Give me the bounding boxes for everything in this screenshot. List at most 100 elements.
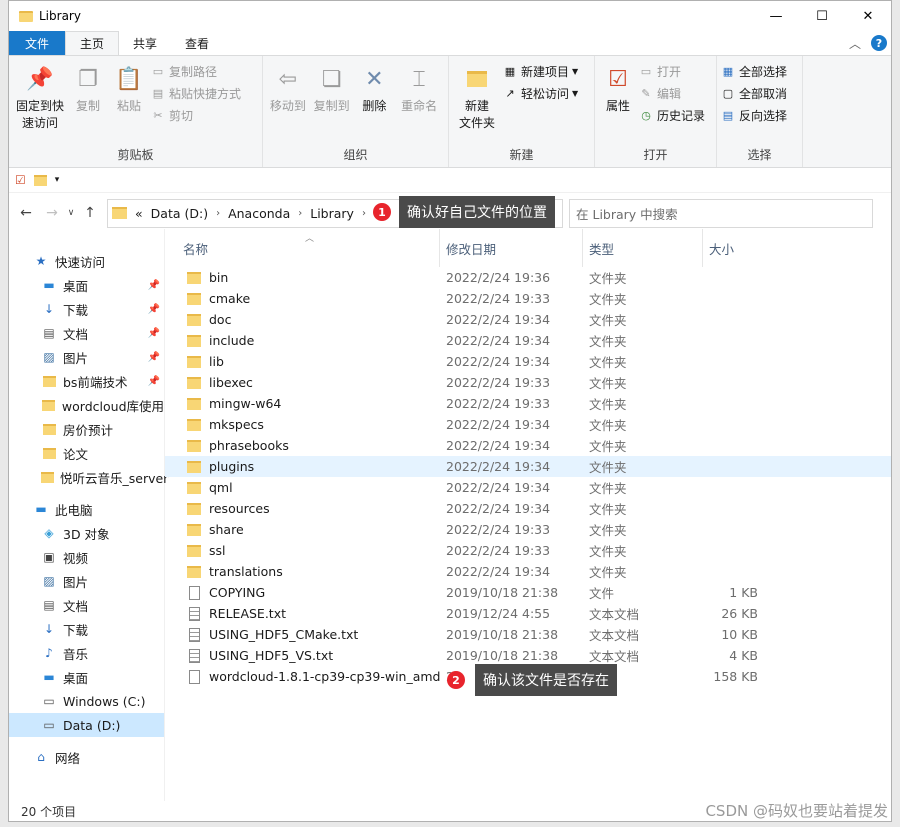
folder-icon	[112, 207, 127, 219]
nav-pc-item[interactable]: ↓ 下载	[9, 617, 164, 641]
file-row[interactable]: cmake 2022/2/24 19:33 文件夹	[165, 288, 891, 309]
open-button[interactable]: ▭ 打开	[639, 62, 705, 80]
file-row[interactable]: qml 2022/2/24 19:34 文件夹	[165, 477, 891, 498]
file-row[interactable]: plugins 2022/2/24 19:34 文件夹	[165, 456, 891, 477]
easy-access-button[interactable]: ↗ 轻松访问 ▼	[503, 84, 578, 102]
nav-pc-item[interactable]: ▤ 文档	[9, 593, 164, 617]
pin-icon[interactable]: 📌	[148, 280, 160, 291]
edit-button[interactable]: ✎ 编辑	[639, 84, 705, 102]
nav-pc-item[interactable]: ▭ Data (D:)	[9, 713, 164, 737]
file-row[interactable]: resources 2022/2/24 19:34 文件夹	[165, 498, 891, 519]
file-row[interactable]: bin 2022/2/24 19:36 文件夹	[165, 267, 891, 288]
tab-view[interactable]: 查看	[171, 31, 223, 55]
column-type[interactable]: 类型	[583, 229, 703, 267]
select-none-button[interactable]: ▢ 全部取消	[721, 84, 787, 102]
pin-icon[interactable]: 📌	[148, 328, 160, 339]
file-date: 2022/2/24 19:34	[446, 480, 551, 495]
close-button[interactable]: ✕	[845, 1, 891, 31]
file-row[interactable]: translations 2022/2/24 19:34 文件夹	[165, 561, 891, 582]
nav-this-pc[interactable]: ▬ 此电脑	[9, 497, 164, 521]
collapse-ribbon-icon[interactable]: ︿	[849, 35, 861, 52]
nav-quick-access[interactable]: ★ 快速访问	[9, 249, 164, 273]
recent-locations-icon[interactable]: ∨	[65, 208, 77, 218]
column-date[interactable]: 修改日期	[440, 229, 583, 267]
nav-quick-item[interactable]: ▨ 图片 📌	[9, 345, 164, 369]
up-icon[interactable]: ↑	[77, 205, 103, 221]
pin-icon[interactable]: 📌	[148, 304, 160, 315]
star-icon: ★	[35, 254, 47, 268]
folder-icon	[187, 292, 201, 305]
forward-icon[interactable]: →	[39, 205, 65, 221]
address-overflow[interactable]: «	[135, 206, 143, 221]
nav-quick-item[interactable]: bs前端技术 📌	[9, 369, 164, 393]
file-name: mkspecs	[209, 417, 264, 432]
help-icon[interactable]: ?	[871, 35, 887, 51]
history-button[interactable]: ◷ 历史记录	[639, 106, 705, 124]
copy-path-button[interactable]: ▭ 复制路径	[151, 62, 241, 80]
nav-quick-item[interactable]: 论文	[9, 441, 164, 465]
history-icon: ◷	[641, 108, 651, 122]
nav-quick-item[interactable]: 悦听云音乐_server	[9, 465, 168, 489]
nav-network[interactable]: ⌂ 网络	[9, 745, 164, 769]
column-size[interactable]: 大小	[703, 229, 783, 267]
back-icon[interactable]: ←	[13, 205, 39, 221]
nav-pc-item[interactable]: ▨ 图片	[9, 569, 164, 593]
breadcrumb-anaconda[interactable]: Anaconda	[228, 206, 290, 221]
minimize-button[interactable]: —	[753, 1, 799, 31]
nav-quick-item[interactable]: ▬ 桌面 📌	[9, 273, 164, 297]
cut-button[interactable]: ✂ 剪切	[151, 106, 241, 124]
file-row[interactable]: lib 2022/2/24 19:34 文件夹	[165, 351, 891, 372]
file-row[interactable]: mkspecs 2022/2/24 19:34 文件夹	[165, 414, 891, 435]
file-row[interactable]: ssl 2022/2/24 19:33 文件夹	[165, 540, 891, 561]
search-input[interactable]: 在 Library 中搜索	[569, 198, 873, 228]
file-type: 文件夹	[589, 376, 627, 391]
nav-pc-item[interactable]: ♪ 音乐	[9, 641, 164, 665]
breadcrumb-data-d[interactable]: Data (D:)	[151, 206, 208, 221]
nav-quick-item[interactable]: ↓ 下载 📌	[9, 297, 164, 321]
column-name[interactable]: 名称	[165, 229, 440, 267]
folder-icon[interactable]	[33, 174, 47, 186]
properties-label: 属性	[605, 99, 630, 113]
tab-share[interactable]: 共享	[119, 31, 171, 55]
nav-quick-item[interactable]: ▤ 文档 📌	[9, 321, 164, 345]
file-row[interactable]: mingw-w64 2022/2/24 19:33 文件夹	[165, 393, 891, 414]
file-row[interactable]: COPYING 2019/10/18 21:38 文件 1 KB	[165, 582, 891, 603]
invert-selection-button[interactable]: ▤ 反向选择	[721, 106, 787, 124]
nav-pc-item[interactable]: ▬ 桌面	[9, 665, 164, 689]
file-date: 2019/10/18 21:38	[446, 627, 559, 642]
folder-icon	[187, 460, 201, 473]
sort-ascending-icon: ︿	[305, 234, 315, 244]
breadcrumb-library[interactable]: Library	[310, 206, 354, 221]
file-type: 文件夹	[589, 502, 627, 517]
file-size: 158 KB	[713, 669, 758, 684]
pin-icon[interactable]: 📌	[148, 376, 160, 387]
folder-icon	[41, 422, 57, 436]
new-item-button[interactable]: ▦ 新建项目 ▼	[503, 62, 578, 80]
maximize-button[interactable]: ☐	[799, 1, 845, 31]
nav-pc-item[interactable]: ◈ 3D 对象	[9, 521, 164, 545]
file-row[interactable]: phrasebooks 2022/2/24 19:34 文件夹	[165, 435, 891, 456]
select-all-button[interactable]: ▦ 全部选择	[721, 62, 787, 80]
file-row[interactable]: include 2022/2/24 19:34 文件夹	[165, 330, 891, 351]
select-all-label: 全部选择	[739, 64, 788, 79]
pin-icon[interactable]: 📌	[148, 352, 160, 363]
properties-icon[interactable]: ☑	[15, 173, 26, 187]
file-row[interactable]: USING_HDF5_VS.txt 2019/10/18 21:38 文本文档 4 K…	[165, 645, 891, 666]
file-row[interactable]: doc 2022/2/24 19:34 文件夹	[165, 309, 891, 330]
tab-home[interactable]: 主页	[65, 31, 120, 55]
file-row[interactable]: USING_HDF5_CMake.txt 2019/10/18 21:38 文本文档…	[165, 624, 891, 645]
file-row[interactable]: share 2022/2/24 19:33 文件夹	[165, 519, 891, 540]
tab-file[interactable]: 文件	[9, 31, 66, 55]
file-row[interactable]: RELEASE.txt 2019/12/24 4:55 文本文档 26 KB	[165, 603, 891, 624]
file-row[interactable]: libexec 2022/2/24 19:33 文件夹	[165, 372, 891, 393]
file-date: 2019/12/24 4:55	[446, 606, 551, 621]
nav-pc-item[interactable]: ▭ Windows (C:)	[9, 689, 164, 713]
nav-pc-item[interactable]: ▣ 视频	[9, 545, 164, 569]
nav-quick-item[interactable]: wordcloud库使用	[9, 393, 164, 417]
edit-label: 编辑	[657, 86, 682, 101]
file-type: 文件夹	[589, 355, 627, 370]
customize-toolbar-icon[interactable]: ▾	[55, 175, 60, 185]
chevron-right-icon: ›	[361, 207, 366, 219]
nav-quick-item[interactable]: 房价预计	[9, 417, 164, 441]
paste-shortcut-button[interactable]: ▤ 粘贴快捷方式	[151, 84, 241, 102]
